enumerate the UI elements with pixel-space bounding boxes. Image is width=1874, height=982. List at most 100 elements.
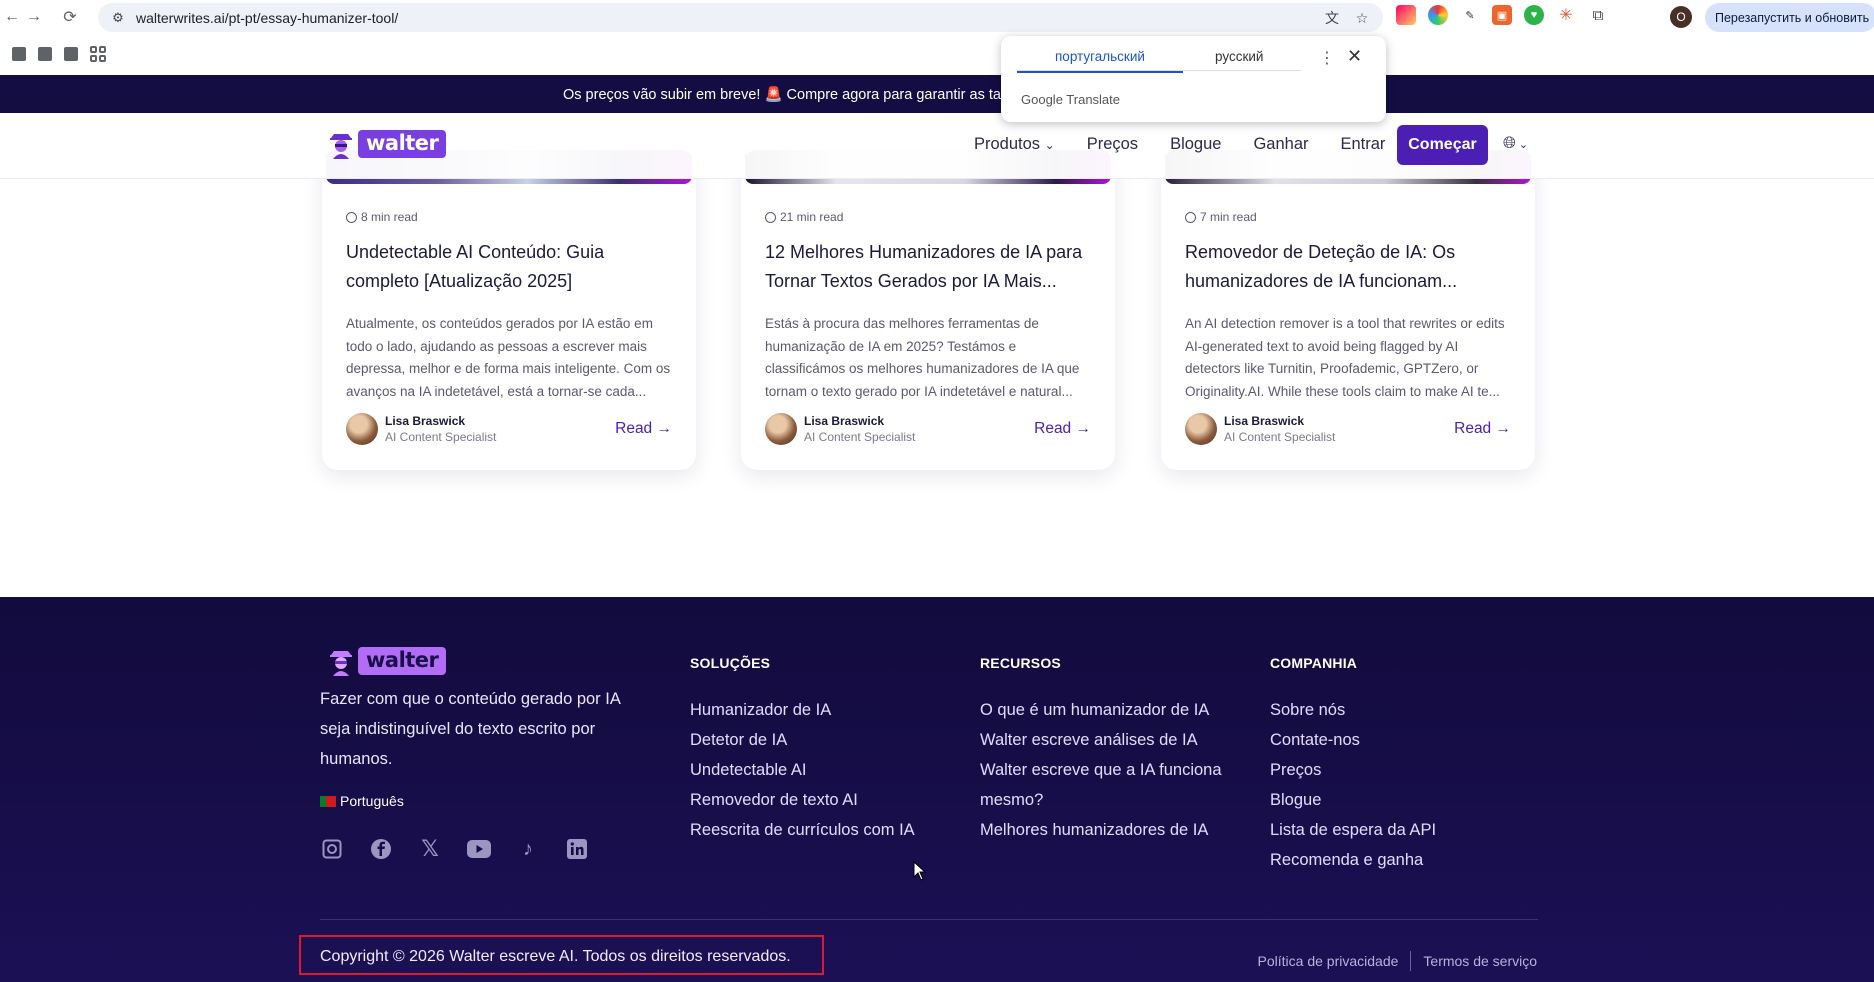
footer-link[interactable]: Recomenda e ganha [1270,845,1436,875]
footer-link[interactable]: Detetor de IA [690,725,915,755]
article-excerpt: An AI detection remover is a tool that r… [1185,316,1505,399]
footer-logo[interactable]: walter [328,646,447,676]
read-time: 21 min read [765,210,843,224]
read-link[interactable]: Read → [1034,420,1091,438]
author-role: AI Content Specialist [1224,430,1336,444]
nav-blog[interactable]: Blogue [1170,135,1221,154]
footer-link[interactable]: Removedor de texto AI [690,785,915,815]
google-translate-label: Google Translate [1021,92,1121,107]
footer-link[interactable]: Contate-nos [1270,725,1436,755]
site-info-icon[interactable]: ⚙ [104,10,132,26]
footer-link[interactable]: Lista de espera da API [1270,815,1436,845]
globe-icon: 🌐︎ [1503,135,1516,152]
walter-logo-icon [328,646,354,676]
author-role: AI Content Specialist [804,430,916,444]
footer-link[interactable]: Undetectable AI [690,755,915,785]
more-options-icon[interactable]: ⋮ [1319,48,1335,68]
bookmarks-bar [0,36,1874,72]
read-label: Read [1454,420,1492,437]
footer-link[interactable]: Blogue [1270,785,1436,815]
footer-link[interactable]: O que é um humanizador de IA [980,695,1222,725]
site-header: walter Produtos ⌄ Preços Blogue Ganhar E… [0,113,1874,179]
get-started-button[interactable]: Começar [1397,125,1488,165]
avatar [1185,413,1217,445]
translate-popup: португальский русский ⋮ ✕ Google Transla… [1001,36,1386,122]
clock-icon [346,211,357,223]
nav-pricing[interactable]: Preços [1087,135,1138,154]
privacy-link[interactable]: Política de privacidade [1258,953,1399,969]
instagram-icon[interactable] [320,837,344,861]
language-switch[interactable]: Português [320,793,404,809]
footer-link[interactable]: Sobre nós [1270,695,1436,725]
extension-icon[interactable] [1396,5,1416,25]
translate-target-tab[interactable]: русский [1215,49,1263,64]
profile-avatar[interactable]: O [1670,6,1692,28]
arrow-right-icon: → [1495,420,1512,437]
clock-icon [765,211,776,223]
reload-icon[interactable]: ⟳ [58,5,82,29]
nav-products[interactable]: Produtos ⌄ [974,135,1055,154]
author: Lisa Braswick AI Content Specialist [765,413,915,445]
article-card[interactable]: 7 min read Removedor de Deteção de IA: O… [1161,150,1535,470]
chevron-down-icon: ⌄ [1044,138,1055,152]
address-bar[interactable]: ⚙ walterwrites.ai/pt-pt/essay-humanizer-… [98,3,1383,32]
url-text: walterwrites.ai/pt-pt/essay-humanizer-to… [136,9,399,26]
author-name: Lisa Braswick [1224,414,1305,428]
social-links: 𝕏 ♪ [320,836,589,861]
author: Lisa Braswick AI Content Specialist [346,413,496,445]
nav-login[interactable]: Entrar [1341,135,1386,154]
footer-link[interactable]: Preços [1270,755,1436,785]
article-card[interactable]: 8 min read Undetectable AI Conteúdo: Gui… [322,150,696,470]
avatar [765,413,797,445]
bookmark-star-icon[interactable]: ☆ [1351,7,1373,29]
legal-links: Política de privacidade Termos de serviç… [1258,951,1537,971]
footer-link[interactable]: Reescrita de currículos com IA [690,815,915,845]
footer-link[interactable]: Humanizador de IA [690,695,915,725]
bookmark-icon[interactable] [64,47,78,61]
relaunch-button[interactable]: Перезапустить и обновить [1705,3,1874,32]
back-icon[interactable]: ← [0,5,24,29]
close-icon[interactable]: ✕ [1347,46,1362,67]
extension-icon[interactable]: ✎ [1460,5,1480,25]
article-title[interactable]: Undetectable AI Conteúdo: Guia completo … [346,238,676,296]
read-link[interactable]: Read → [1454,420,1511,438]
site-logo[interactable]: walter [328,129,447,159]
extension-icon[interactable]: ✳ [1556,5,1576,25]
bookmark-icon[interactable] [12,47,26,61]
footer-link[interactable]: Walter escreve que a IA funciona [980,755,1222,785]
read-time: 8 min read [346,210,418,224]
language-selector[interactable]: 🌐︎ ⌄ [1503,135,1528,153]
nav-label: Produtos [974,135,1041,153]
article-title[interactable]: Removedor de Deteção de IA: Os humanizad… [1185,238,1515,296]
footer-divider [320,919,1538,920]
extension-icon[interactable] [1428,5,1448,25]
translate-icon[interactable]: 文 [1321,7,1343,29]
extension-icon[interactable]: ♥ [1524,5,1544,25]
terms-link[interactable]: Termos de serviço [1423,953,1537,969]
article-card[interactable]: 21 min read 12 Melhores Humanizadores de… [741,150,1115,470]
bookmark-icon[interactable] [38,47,52,61]
extension-icon[interactable]: ▣ [1492,5,1512,25]
column-title: RECURSOS [980,655,1061,671]
footer-link[interactable]: mesmo? [980,785,1222,815]
tiktok-icon[interactable]: ♪ [516,837,540,861]
youtube-icon[interactable] [467,837,491,861]
clock-icon [1185,211,1196,223]
apps-grid-icon[interactable] [90,46,106,62]
nav-earn[interactable]: Ganhar [1253,135,1308,154]
read-time-text: 7 min read [1200,210,1257,224]
linkedin-icon[interactable] [565,837,589,861]
puzzle-icon[interactable]: ⧉ [1588,5,1608,25]
read-label: Read [615,420,653,437]
article-excerpt: Atualmente, os conteúdos gerados por IA … [346,316,671,399]
read-time-text: 21 min read [780,210,844,224]
portugal-flag-icon [320,795,336,807]
walter-logo-icon [328,129,354,159]
forward-icon[interactable]: → [22,5,46,29]
footer-link[interactable]: Walter escreve análises de IA [980,725,1222,755]
footer-link[interactable]: Melhores humanizadores de IA [980,815,1222,845]
facebook-icon[interactable] [369,837,393,861]
read-link[interactable]: Read → [615,420,672,438]
x-twitter-icon[interactable]: 𝕏 [418,836,442,861]
article-title[interactable]: 12 Melhores Humanizadores de IA para Tor… [765,238,1095,296]
